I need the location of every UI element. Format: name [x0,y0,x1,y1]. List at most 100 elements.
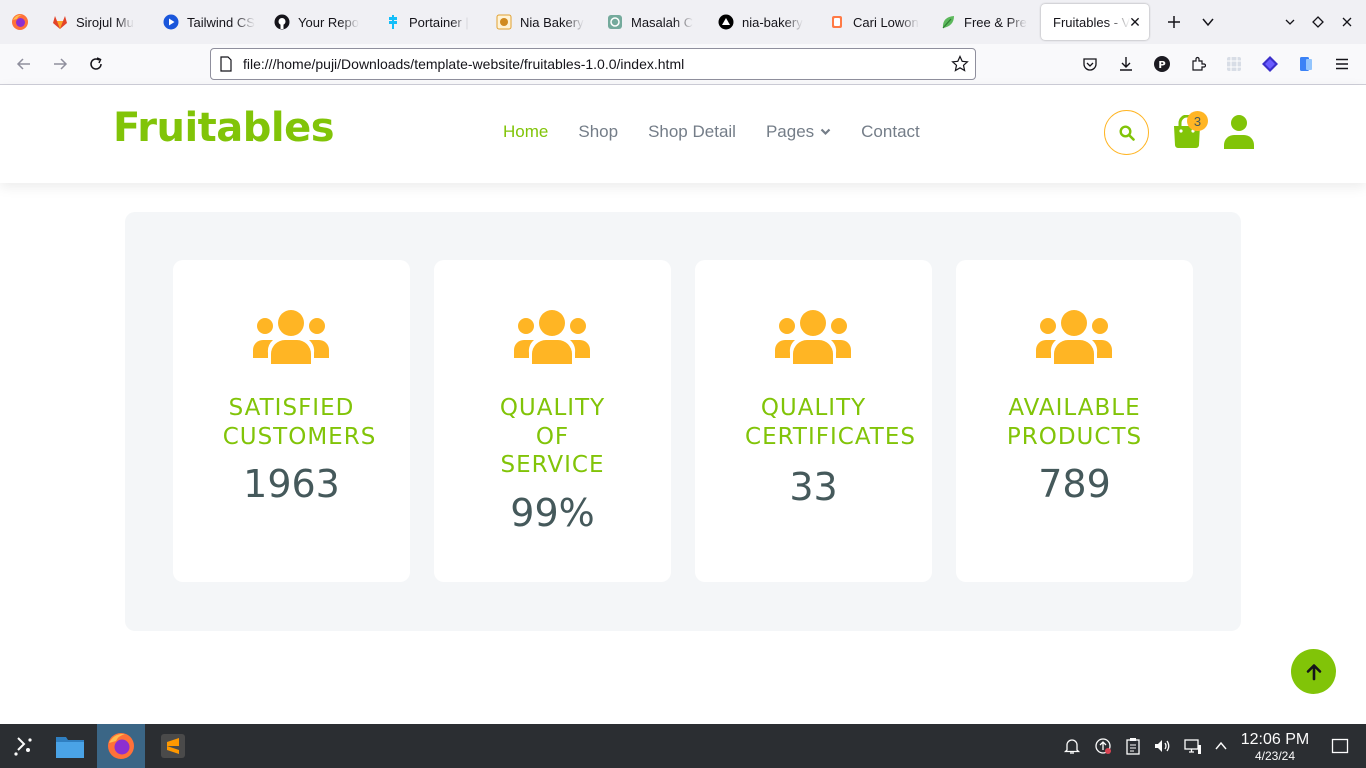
stat-card-available-products: AVAILABLE PRODUCTS 789 [956,260,1193,582]
reload-button[interactable] [78,48,114,80]
chevron-down-icon [1285,19,1295,25]
main-nav: Home Shop Shop Detail Pages Contact [503,122,950,142]
stat-value: 789 [1038,462,1111,506]
firefox-view-button[interactable] [0,0,40,44]
tray-network[interactable] [1179,724,1207,768]
github-icon [274,14,290,30]
tab-4[interactable]: Nia Bakery [484,4,595,40]
firefox-icon [12,14,28,30]
browser-tab-bar: Sirojul Mu Tailwind CS Your Repo Portain… [0,0,1366,44]
taskbar-file-manager[interactable] [46,724,94,768]
network-icon [1184,739,1201,754]
tab-2[interactable]: Your Repo [262,4,373,40]
taskbar-clock[interactable]: 12:06 PM 4/23/24 [1232,731,1318,763]
clock-time: 12:06 PM [1240,731,1310,748]
users-icon [253,310,329,364]
grid-extension-icon[interactable] [1216,48,1252,80]
site-header: Fruitables Home Shop Shop Detail Pages C… [0,85,1366,183]
back-to-top-button[interactable] [1291,649,1336,694]
download-icon[interactable] [1108,48,1144,80]
tab-title: Cari Lowon [853,14,919,30]
volume-icon [1155,740,1170,752]
stat-label: QUALITY CERTIFICATES [695,394,932,451]
maximize-window-button[interactable] [1304,6,1332,38]
stat-label: AVAILABLE PRODUCTS [956,394,1193,451]
stat-label-line: CUSTOMERS [222,423,377,450]
layers-extension-icon[interactable] [1252,48,1288,80]
new-tab-button[interactable] [1157,6,1191,38]
stat-label-line: PRODUCTS [1006,423,1143,450]
bakery-icon [496,14,512,30]
tab-title: Nia Bakery [520,14,584,30]
arrow-right-icon [54,58,68,70]
tab-active-fruitables[interactable]: Fruitables - V ✕ [1041,4,1149,40]
sublime-text-icon [161,734,185,758]
bookmark-star-icon[interactable] [951,55,969,76]
tray-notifications[interactable] [1058,724,1086,768]
stat-card-satisfied-customers: SATISFIED CUSTOMERS 1963 [173,260,410,582]
toolbar-icons: P [1072,48,1360,80]
tray-volume[interactable] [1148,724,1176,768]
site-logo[interactable]: Fruitables [113,105,335,151]
vercel-icon [718,14,734,30]
stat-label-line: AVAILABLE [1008,395,1141,421]
nav-pages-label: Pages [765,122,815,141]
stat-label-line: QUALITY [760,395,867,421]
back-button[interactable] [6,48,42,80]
leaf-icon [940,14,956,30]
profile-p-icon[interactable]: P [1144,48,1180,80]
tab-7[interactable]: Cari Lowon [817,4,928,40]
tab-8[interactable]: Free & Pre [928,4,1039,40]
tab-0[interactable]: Sirojul Mu [40,4,151,40]
close-tab-icon[interactable]: ✕ [1127,14,1143,30]
tab-1[interactable]: Tailwind CS [151,4,262,40]
tab-title: Portainer | [409,14,469,30]
tray-updates[interactable] [1089,724,1117,768]
pocket-icon[interactable] [1072,48,1108,80]
arrow-up-icon [1306,663,1321,680]
nav-shop-detail[interactable]: Shop Detail [648,122,736,142]
forward-button[interactable] [42,48,78,80]
tray-expand[interactable] [1207,724,1235,768]
tablet-extension-icon[interactable] [1288,48,1324,80]
chevron-up-icon [1215,741,1227,750]
stat-label-line: SERVICE [500,452,605,478]
update-icon [1095,738,1111,754]
tray-clipboard[interactable] [1119,724,1147,768]
tab-3[interactable]: Portainer | [373,4,484,40]
taskbar-sublime-text[interactable] [149,724,197,768]
stat-value: 33 [789,465,838,509]
nav-contact[interactable]: Contact [861,122,920,142]
nav-shop[interactable]: Shop [578,122,618,142]
nav-home[interactable]: Home [503,122,548,142]
show-desktop-button[interactable] [1326,724,1354,768]
reload-icon [90,57,102,70]
folder-icon [56,737,84,758]
clipboard-icon [1126,738,1140,755]
nav-pages[interactable]: Pages [766,122,831,142]
minimize-window-button[interactable] [1276,6,1304,38]
plus-icon [1168,16,1180,28]
close-window-button[interactable] [1332,6,1362,38]
tab-5[interactable]: Masalah C [595,4,706,40]
page-icon [220,56,232,72]
stat-value: 99% [510,491,595,535]
user-icon[interactable] [1223,114,1255,150]
search-button[interactable] [1104,110,1149,155]
stat-card-quality-certificates: QUALITY CERTIFICATES 33 [695,260,932,582]
stat-label: QUALITY OF SERVICE [434,394,671,480]
menu-hamburger-icon[interactable] [1324,48,1360,80]
search-icon [1118,124,1135,141]
tab-6[interactable]: nia-bakery [706,4,817,40]
cart-count-badge: 3 [1187,111,1208,131]
url-bar[interactable]: file:///home/puji/Downloads/template-web… [210,48,976,80]
app-launcher-button[interactable] [0,724,48,768]
taskbar-firefox[interactable] [97,724,145,768]
svg-text:P: P [1158,60,1165,71]
stat-label: SATISFIED CUSTOMERS [173,394,410,451]
chevron-down-icon [820,128,831,136]
extensions-icon[interactable] [1180,48,1216,80]
list-all-tabs-button[interactable] [1191,6,1225,38]
users-icon [775,310,851,364]
clock-date: 4/23/24 [1254,749,1296,763]
